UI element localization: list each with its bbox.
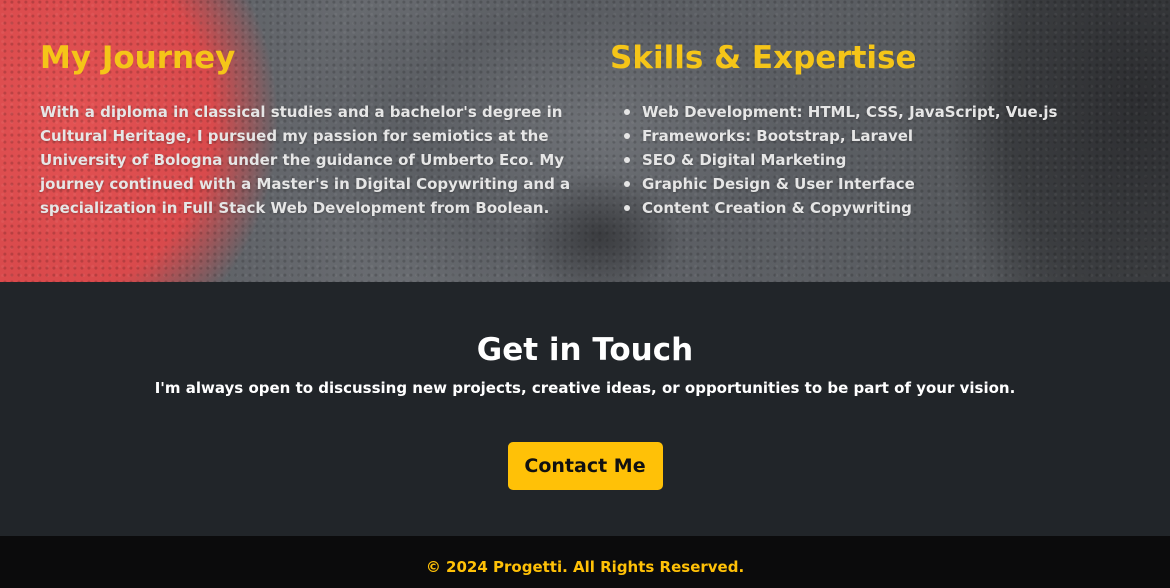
contact-title: Get in Touch [476,332,694,368]
skills-list: Web Development: HTML, CSS, JavaScript, … [610,100,1130,220]
about-section: My Journey With a diploma in classical s… [0,0,1170,282]
journey-title: My Journey [40,40,236,76]
skill-label: SEO & Digital Marketing [642,151,847,169]
bullet-icon [624,157,630,163]
skill-item: Web Development: HTML, CSS, JavaScript, … [610,100,1130,124]
skill-item: Frameworks: Bootstrap, Laravel [610,124,1130,148]
journey-column: My Journey With a diploma in classical s… [40,40,580,220]
footer: © 2024 Progetti. All Rights Reserved. [0,536,1170,588]
contact-section: Get in Touch I'm always open to discussi… [0,282,1170,536]
skill-item: SEO & Digital Marketing [610,148,1130,172]
journey-text: With a diploma in classical studies and … [40,103,571,217]
skill-item: Graphic Design & User Interface [610,172,1130,196]
bullet-icon [624,133,630,139]
copyright-text: © 2024 Progetti. All Rights Reserved. [425,558,745,576]
skills-title: Skills & Expertise [610,40,917,76]
skill-item: Content Creation & Copywriting [610,196,1130,220]
skill-label: Content Creation & Copywriting [642,199,912,217]
contact-me-button[interactable]: Contact Me [507,442,663,490]
contact-subtitle: I'm always open to discussing new projec… [154,379,1016,397]
skill-label: Graphic Design & User Interface [642,175,915,193]
bullet-icon [624,181,630,187]
bullet-icon [624,109,630,115]
skill-label: Frameworks: Bootstrap, Laravel [642,127,914,145]
bullet-icon [624,205,630,211]
skills-column: Skills & Expertise Web Development: HTML… [610,40,1130,220]
skill-label: Web Development: HTML, CSS, JavaScript, … [642,103,1058,121]
